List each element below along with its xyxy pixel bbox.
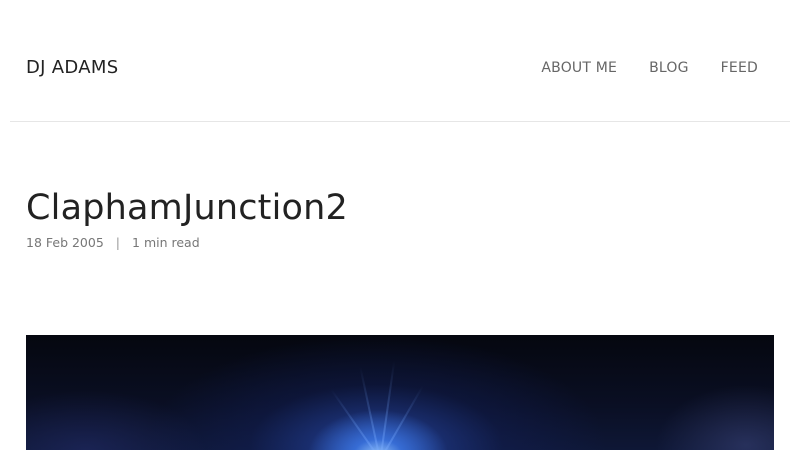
main-nav: ABOUT ME BLOG FEED [541,57,758,79]
post-image [26,335,774,450]
nav-link-feed[interactable]: FEED [721,57,758,79]
page: DJ ADAMS ABOUT ME BLOG FEED ClaphamJunct… [0,0,800,450]
post-meta: 18 Feb 2005 | 1 min read [26,235,200,251]
meta-separator: | [115,235,121,250]
light-ray [359,366,380,450]
site-title-link[interactable]: DJ ADAMS [26,55,118,81]
nav-link-blog[interactable]: BLOG [649,57,689,79]
site-header: DJ ADAMS ABOUT ME BLOG FEED [10,0,790,122]
post-title: ClaphamJunction2 [26,188,348,228]
post-read-time: 1 min read [132,235,200,250]
post-date: 18 Feb 2005 [26,235,104,250]
nav-link-about-me[interactable]: ABOUT ME [541,57,617,79]
